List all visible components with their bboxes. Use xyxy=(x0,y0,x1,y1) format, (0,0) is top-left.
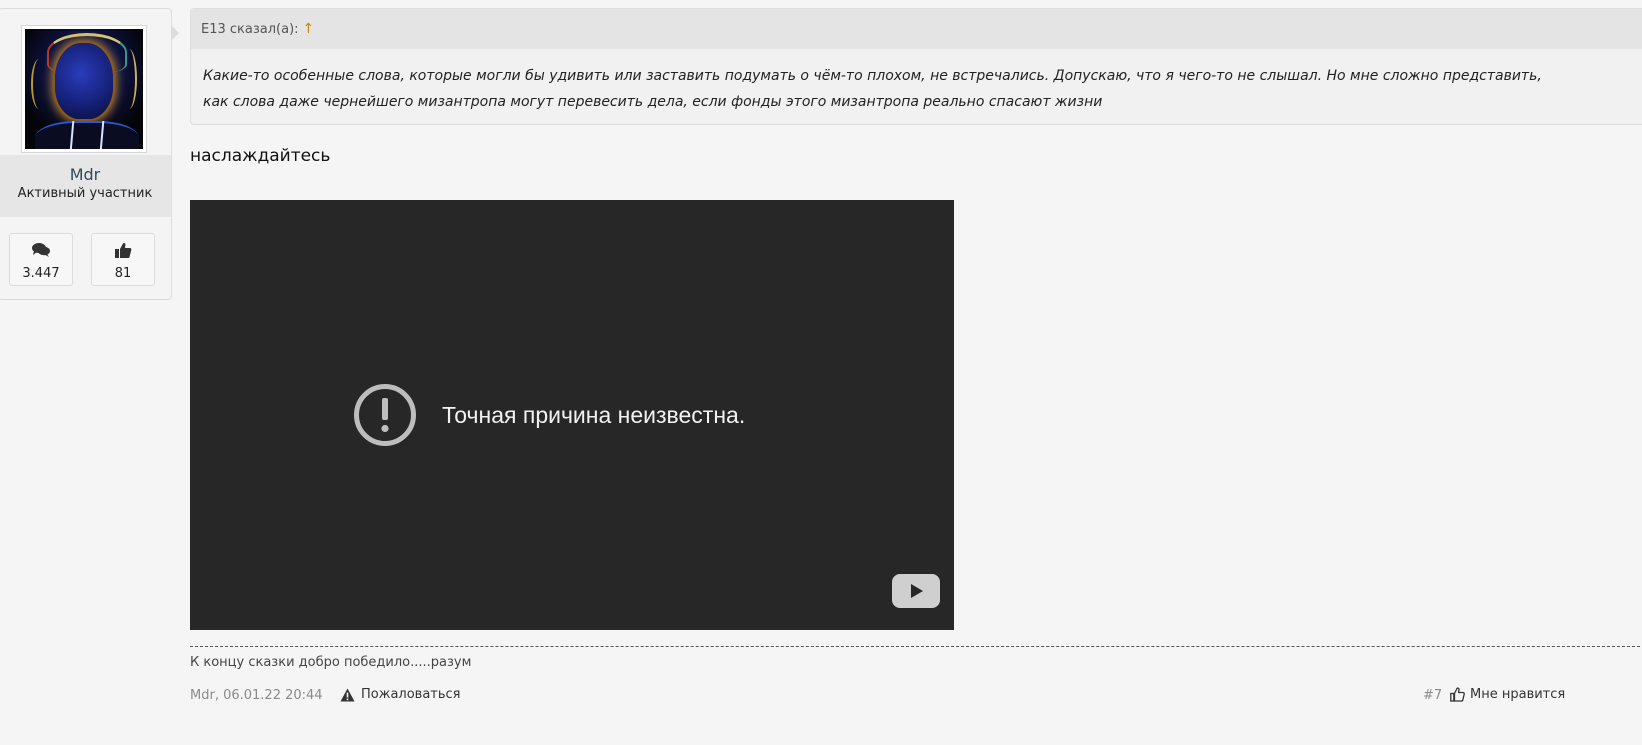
avatar-image xyxy=(25,29,143,149)
avatar[interactable] xyxy=(21,25,147,153)
quote-block: E13 сказал(а): ↑ Какие-то особенные слова… xyxy=(190,8,1642,125)
user-card: Mdr Активный участник 3.447 81 xyxy=(0,8,179,300)
quote-header: E13 сказал(а): ↑ xyxy=(191,9,1642,49)
post-number-link[interactable]: #7 xyxy=(1423,688,1442,703)
likes-stat[interactable]: 81 xyxy=(91,233,155,286)
user-title: Активный участник xyxy=(17,186,153,201)
like-button[interactable]: Мне нравится xyxy=(1450,687,1565,702)
alert-circle-icon xyxy=(354,384,416,446)
likes-count: 81 xyxy=(114,266,132,281)
messages-stat[interactable]: 3.447 xyxy=(9,233,73,286)
signature-separator xyxy=(190,646,1642,647)
like-label: Мне нравится xyxy=(1470,687,1566,702)
post-meta[interactable]: Mdr, 06.01.22 20:44 xyxy=(190,688,323,703)
report-button[interactable]: Пожаловаться xyxy=(340,687,461,702)
username-link[interactable]: Mdr xyxy=(0,165,171,184)
video-error-text: Точная причина неизвестна. xyxy=(442,401,746,428)
thumbs-up-icon xyxy=(115,242,132,258)
post-footer: Mdr, 06.01.22 20:44 Пожаловаться #7 Мне … xyxy=(190,687,1642,709)
messages-count: 3.447 xyxy=(22,266,60,281)
video-error: Точная причина неизвестна. xyxy=(352,382,745,448)
quote-author: E13 сказал(а): xyxy=(201,22,299,37)
signature: К концу сказки добро победило.....разум xyxy=(190,655,472,670)
post-text: наслаждайтесь xyxy=(190,146,331,166)
warning-icon xyxy=(340,688,355,701)
video-embed[interactable]: Точная причина неизвестна. xyxy=(190,200,954,630)
quote-text: Какие-то особенные слова, которые могли … xyxy=(203,68,1542,110)
thumbs-up-outline-icon xyxy=(1450,687,1465,702)
comments-icon xyxy=(32,243,50,257)
youtube-logo-icon[interactable] xyxy=(892,574,940,608)
report-label: Пожаловаться xyxy=(361,687,461,702)
user-meta: Mdr Активный участник xyxy=(0,155,171,217)
quote-source-arrow-icon[interactable]: ↑ xyxy=(303,21,315,37)
